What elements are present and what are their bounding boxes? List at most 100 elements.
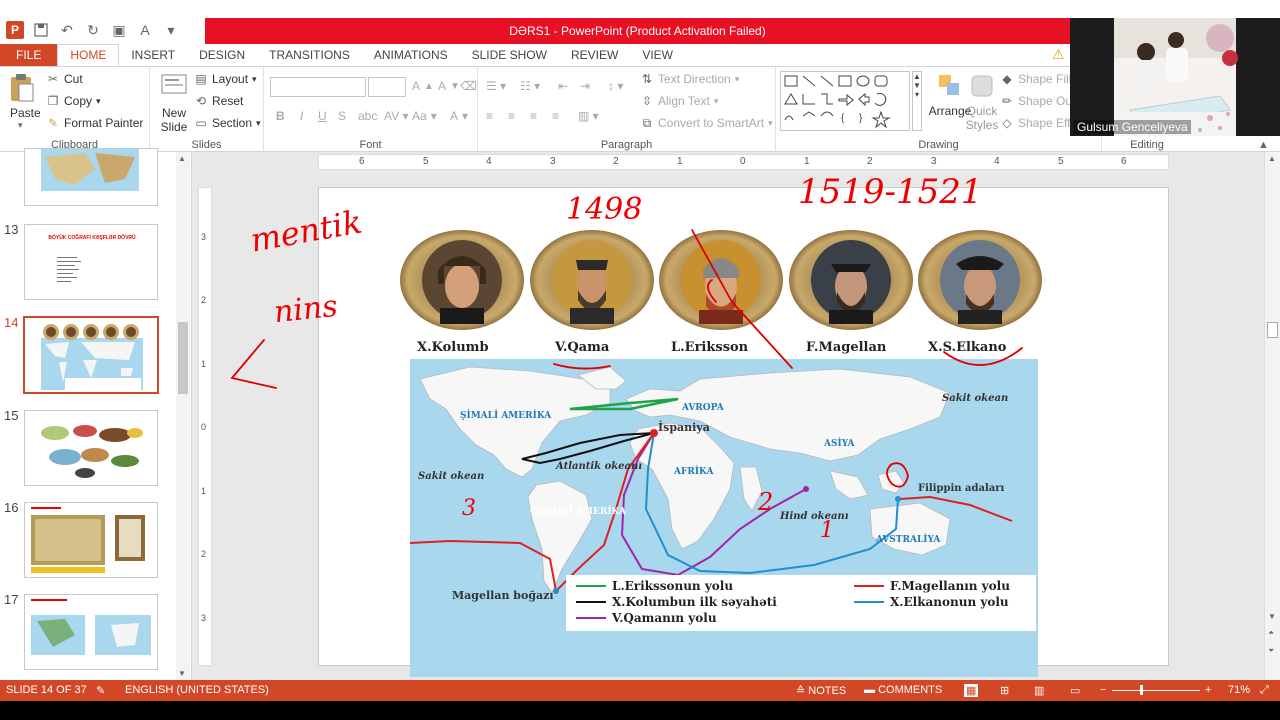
clipboard-group: Paste ▾ ✂ Cut ❐ Copy ▾ ✎ Format Painter Clip… — [0, 67, 150, 153]
slide-thumbnail-12[interactable] — [24, 148, 158, 206]
justify-icon[interactable]: ≡ — [552, 109, 559, 123]
smartart-icon: ⧉ — [642, 116, 652, 130]
bottom-frame — [0, 701, 1280, 720]
undo-icon[interactable]: ↶ — [58, 21, 76, 39]
slide-scroll-thumb[interactable] — [1267, 322, 1278, 338]
bullets-icon[interactable]: ☰ ▾ — [486, 79, 506, 93]
italic-button[interactable]: I — [300, 109, 303, 123]
layout-button[interactable]: ▤ Layout ▾ — [194, 72, 256, 86]
reset-button[interactable]: ⟲ Reset — [194, 94, 243, 108]
text-direction-button[interactable]: ⇅ Text Direction ▾ — [640, 72, 739, 86]
bold-button[interactable]: B — [276, 109, 285, 123]
redo-icon[interactable]: ↻ — [84, 21, 102, 39]
normal-view-icon[interactable]: ▦ — [964, 684, 979, 697]
change-case-button[interactable]: Aa ▾ — [412, 109, 437, 123]
shape-fill-button[interactable]: ◆ Shape Fill — [1000, 72, 1071, 86]
scroll-up-icon[interactable]: ▲ — [178, 154, 186, 163]
slide-thumbnail-13[interactable]: BÖYÜK COĞRAFİ KƏŞFLƏR DÖVRÜ — [24, 224, 158, 300]
columns-icon[interactable]: ▥ ▾ — [578, 109, 599, 123]
zoom-in-icon[interactable]: + — [1205, 684, 1211, 696]
start-from-beginning-icon[interactable]: ▣ — [110, 21, 128, 39]
slide-number-13: 13 — [4, 222, 19, 237]
numbering-icon[interactable]: ☷ ▾ — [520, 79, 540, 93]
collapse-ribbon-icon[interactable]: ▲ — [1258, 139, 1269, 151]
zoom-out-icon[interactable]: − — [1100, 684, 1106, 696]
tab-insert[interactable]: INSERT — [119, 44, 187, 66]
shadow-button[interactable]: S — [338, 109, 346, 123]
warning-icon[interactable]: ⚠ — [1052, 46, 1065, 63]
paste-button[interactable]: Paste ▾ — [8, 73, 41, 131]
quick-styles-button[interactable]: Quick Styles — [962, 73, 1002, 132]
copy-icon: ❐ — [47, 94, 59, 108]
align-right-icon[interactable]: ≡ — [530, 109, 537, 123]
zoom-slider[interactable] — [1112, 690, 1200, 691]
font-name-combobox[interactable] — [270, 77, 366, 97]
font-size-combobox[interactable] — [368, 77, 406, 97]
tab-home[interactable]: HOME — [57, 44, 120, 66]
new-slide-button[interactable]: New Slide — [158, 73, 190, 134]
slide-thumbnail-15[interactable] — [24, 410, 158, 486]
slide-thumbnail-16[interactable] — [24, 502, 158, 578]
tab-review[interactable]: REVIEW — [559, 44, 630, 66]
shape-effects-button[interactable]: ◇ Shape Effe — [1000, 116, 1077, 130]
tab-design[interactable]: DESIGN — [187, 44, 257, 66]
clear-formatting-icon[interactable]: ⌫ — [460, 79, 477, 93]
comments-button[interactable]: ▬ COMMENTS — [864, 684, 942, 696]
decrease-indent-icon[interactable]: ⇤ — [558, 79, 568, 93]
underline-button[interactable]: U — [318, 109, 327, 123]
customize-qat-icon[interactable]: ▾ — [162, 21, 180, 39]
powerpoint-app-icon: P — [6, 21, 24, 39]
fit-to-window-icon[interactable]: ⤢ — [1260, 684, 1269, 697]
shapes-gallery[interactable]: {} — [780, 71, 910, 131]
shapes-gallery-icons: {} — [784, 75, 891, 129]
section-button[interactable]: ▭ Section ▾ — [194, 116, 260, 130]
format-painter-button[interactable]: ✎ Format Painter — [46, 116, 143, 130]
grow-font-icon[interactable]: A ▲ — [412, 79, 434, 93]
quick-access-toolbar: P ↶ ↻ ▣ A ▾ — [6, 21, 180, 39]
tab-file[interactable]: FILE — [0, 44, 58, 66]
zoom-slider-thumb[interactable] — [1140, 685, 1143, 695]
character-spacing-icon[interactable]: AV ▾ — [384, 109, 408, 123]
reading-view-icon[interactable]: ▥ — [1034, 684, 1044, 697]
language-indicator[interactable]: ENGLISH (UNITED STATES) — [125, 684, 269, 696]
shrink-font-icon[interactable]: A ▼ — [438, 79, 460, 93]
slide-sorter-icon[interactable]: ⊞ — [1000, 684, 1009, 697]
paste-label: Paste — [10, 106, 41, 120]
strikethrough-icon[interactable]: abc — [358, 109, 377, 123]
shapes-gallery-scroll[interactable]: ▲ ▼ ▾ — [912, 71, 922, 131]
zoom-level[interactable]: 71% — [1228, 684, 1250, 696]
scroll-up-icon[interactable]: ▲ — [1268, 154, 1276, 163]
previous-slide-icon[interactable]: ⏶ — [1268, 628, 1274, 638]
tab-slide-show[interactable]: SLIDE SHOW — [460, 44, 559, 66]
align-center-icon[interactable]: ≡ — [508, 109, 515, 123]
cut-button[interactable]: ✂ Cut — [46, 72, 83, 86]
copy-button[interactable]: ❐ Copy ▾ — [46, 94, 101, 108]
shape-outline-button[interactable]: ✏ Shape Outl — [1000, 94, 1078, 108]
spell-check-icon[interactable]: ✎ — [96, 684, 105, 697]
next-slide-icon[interactable]: ⏷ — [1268, 646, 1274, 656]
font-color-button[interactable]: A ▾ — [450, 109, 468, 123]
copy-dropdown-icon[interactable]: ▾ — [96, 96, 101, 107]
scroll-down-icon[interactable]: ▼ — [178, 669, 186, 678]
tab-animations[interactable]: ANIMATIONS — [362, 44, 460, 66]
font-color-icon[interactable]: A — [136, 21, 154, 39]
tab-view[interactable]: VIEW — [630, 44, 685, 66]
align-left-icon[interactable]: ≡ — [486, 109, 493, 123]
slide-thumbnail-17[interactable] — [24, 594, 158, 670]
scroll-down-icon[interactable]: ▼ — [1268, 612, 1276, 621]
slide-show-icon[interactable]: ▭ — [1070, 684, 1080, 697]
align-text-button[interactable]: ⇳ Align Text ▾ — [640, 94, 718, 108]
notes-button[interactable]: ≙ NOTES — [796, 684, 846, 697]
slide-16-preview — [31, 507, 145, 573]
slide-scrollbar[interactable]: ▲ ▼ ⏶ ⏷ — [1264, 152, 1280, 680]
convert-smartart-button[interactable]: ⧉ Convert to SmartArt ▾ — [640, 116, 773, 130]
save-icon[interactable] — [32, 21, 50, 39]
line-spacing-icon[interactable]: ↕ ▾ — [608, 79, 623, 93]
slide-thumbnail-14[interactable] — [23, 316, 159, 394]
increase-indent-icon[interactable]: ⇥ — [580, 79, 590, 93]
section-icon: ▭ — [195, 116, 207, 130]
thumbnail-scroll-thumb[interactable] — [178, 322, 188, 394]
paste-dropdown-icon[interactable]: ▾ — [18, 120, 40, 131]
thumbnail-scrollbar[interactable]: ▲ ▼ — [176, 152, 190, 680]
tab-transitions[interactable]: TRANSITIONS — [257, 44, 362, 66]
